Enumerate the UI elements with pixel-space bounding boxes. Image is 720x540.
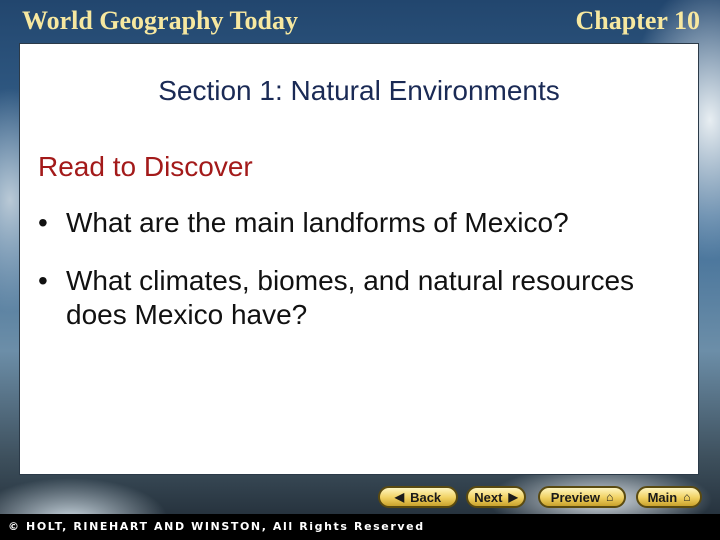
section-title: Section 1: Natural Environments [158,75,560,106]
read-to-discover-heading: Read to Discover [38,151,253,182]
slide-content-panel: Section 1: Natural Environments Read to … [20,44,698,474]
bullet-text: What are the main landforms of Mexico? [66,207,569,238]
home-icon: ⌂ [683,490,691,504]
bullet-marker: • [38,265,48,296]
chevron-right-icon: ▶ [508,490,518,504]
back-button[interactable]: ◀ Back [378,486,458,508]
chapter-label: Chapter 10 [575,6,700,35]
next-button[interactable]: Next ▶ [466,486,526,508]
chevron-left-icon: ◀ [394,490,405,504]
footer-bar: © HOLT, RINEHART AND WINSTON, All Rights… [0,514,720,540]
book-title: World Geography Today [22,6,298,35]
list-item: • What are the main landforms of Mexico? [38,206,678,240]
back-button-label: Back [410,489,442,505]
next-button-label: Next [474,489,503,505]
copyright-text: © HOLT, RINEHART AND WINSTON, All Rights… [8,520,425,533]
list-item: • What climates, biomes, and natural res… [38,264,678,332]
bullet-list: • What are the main landforms of Mexico?… [38,206,678,356]
preview-button[interactable]: Preview ⌂ [538,486,626,508]
bullet-marker: • [38,207,48,238]
preview-button-label: Preview [550,489,600,505]
home-icon: ⌂ [605,490,614,504]
main-button[interactable]: Main ⌂ [636,486,702,508]
bullet-text: What climates, biomes, and natural resou… [66,265,635,330]
main-button-label: Main [647,489,678,505]
